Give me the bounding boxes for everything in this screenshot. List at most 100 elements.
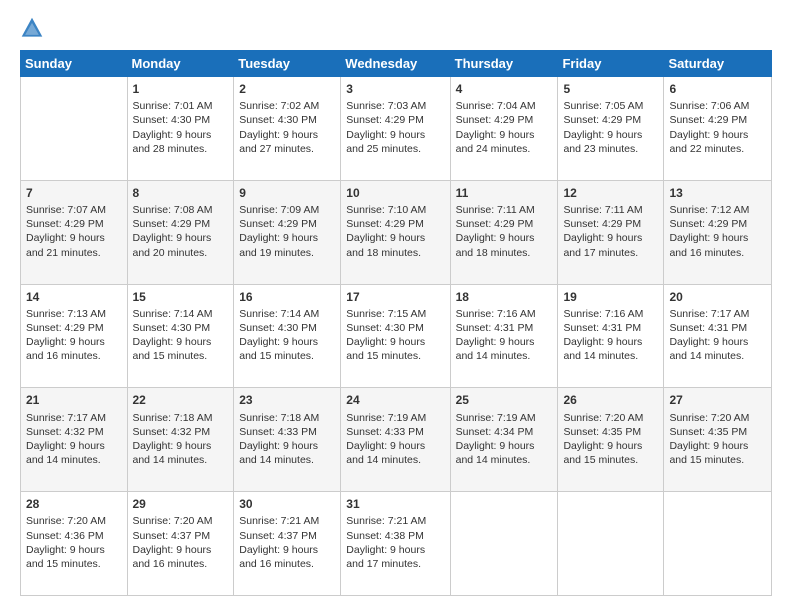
- day-info: Sunrise: 7:16 AM Sunset: 4:31 PM Daylight:…: [563, 307, 658, 364]
- sunset-text: Sunset: 4:29 PM: [669, 114, 747, 126]
- calendar-cell: 2Sunrise: 7:02 AMSunset: 4:30 PMDaylight…: [234, 77, 341, 181]
- daylight-text2: and 14 minutes.: [26, 454, 101, 466]
- sunset-text: Sunset: 4:37 PM: [133, 530, 211, 542]
- daylight-text: Daylight: 9 hours: [669, 440, 748, 452]
- day-info: Sunrise: 7:04 AMSunset: 4:29 PMDaylight:…: [456, 99, 553, 156]
- sunset-text: Sunset: 4:32 PM: [133, 426, 211, 438]
- calendar-cell: 1Sunrise: 7:01 AMSunset: 4:30 PMDaylight…: [127, 77, 234, 181]
- calendar-cell: 27Sunrise: 7:20 AMSunset: 4:35 PMDayligh…: [664, 388, 772, 492]
- daylight-text: Daylight: 9 hours: [563, 336, 642, 348]
- daylight-text: Daylight: 9 hours: [239, 129, 318, 141]
- sunset-text: Sunset: 4:29 PM: [26, 218, 104, 230]
- day-number: 13: [669, 185, 766, 201]
- calendar-week-row: 14Sunrise: 7:13 AMSunset: 4:29 PMDayligh…: [21, 284, 772, 388]
- sunrise-text: Sunrise: 7:18 AM: [239, 412, 319, 424]
- daylight-text: Daylight: 9 hours: [346, 544, 425, 556]
- day-number: 1: [133, 81, 229, 97]
- sunset-text: Sunset: 4:35 PM: [669, 426, 747, 438]
- day-number: 12: [563, 185, 658, 201]
- daylight-text2: and 17 minutes.: [563, 247, 638, 259]
- day-number: 5: [563, 81, 658, 97]
- day-info: Sunrise: 7:14 AMSunset: 4:30 PMDaylight:…: [239, 307, 335, 364]
- day-number: 3: [346, 81, 444, 97]
- sunset-text: Sunset: 4:37 PM: [239, 530, 317, 542]
- header-wednesday: Wednesday: [341, 51, 450, 77]
- day-info: Sunrise: 7:11 AMSunset: 4:29 PMDaylight:…: [456, 203, 553, 260]
- sunset-text: Sunset: 4:30 PM: [346, 322, 424, 334]
- day-info: Sunrise: 7:19 AMSunset: 4:33 PMDaylight:…: [346, 411, 444, 468]
- calendar-table: SundayMondayTuesdayWednesdayThursdayFrid…: [20, 50, 772, 596]
- daylight-text2: and 21 minutes.: [26, 247, 101, 259]
- sunset-text: Sunset: 4:31 PM: [563, 322, 641, 334]
- day-number: 6: [669, 81, 766, 97]
- sunrise-text: Sunrise: 7:21 AM: [239, 515, 319, 527]
- calendar-cell: 24Sunrise: 7:19 AMSunset: 4:33 PMDayligh…: [341, 388, 450, 492]
- day-info: Sunrise: 7:18 AMSunset: 4:33 PMDaylight:…: [239, 411, 335, 468]
- header: [20, 16, 772, 40]
- day-info: Sunrise: 7:13 AMSunset: 4:29 PMDaylight:…: [26, 307, 122, 364]
- calendar-cell: 13 Sunrise: 7:12 AMSunset: 4:29 PMDayligh…: [664, 180, 772, 284]
- calendar-cell: 22Sunrise: 7:18 AMSunset: 4:32 PMDayligh…: [127, 388, 234, 492]
- day-info: Sunrise: 7:07 AMSunset: 4:29 PMDaylight:…: [26, 203, 122, 260]
- day-number: 10: [346, 185, 444, 201]
- daylight-text: Daylight: 9 hours: [239, 232, 318, 244]
- daylight-text2: and 16 minutes.: [26, 350, 101, 362]
- daylight-text2: and 14 minutes.: [456, 454, 531, 466]
- day-info: Sunrise: 7:12 AMSunset: 4:29 PMDaylight:…: [669, 203, 766, 260]
- sunset-text: Sunset: 4:30 PM: [133, 114, 211, 126]
- daylight-text: Daylight: 9 hours: [133, 544, 212, 556]
- sunrise-text: Sunrise: 7:09 AM: [239, 204, 319, 216]
- sunrise-text: Sunrise: 7:14 AM: [239, 308, 319, 320]
- sunset-text: Sunset: 4:34 PM: [456, 426, 534, 438]
- sunrise-text: Sunrise: 7:07 AM: [26, 204, 106, 216]
- calendar-cell: 4 Sunrise: 7:04 AMSunset: 4:29 PMDaylight…: [450, 77, 558, 181]
- sunrise-text: Sunrise: 7:11 AM: [456, 204, 535, 216]
- daylight-text2: and 14 minutes.: [669, 350, 744, 362]
- sunset-text: Sunset: 4:31 PM: [669, 322, 747, 334]
- daylight-text2: and 14 minutes.: [239, 454, 314, 466]
- calendar-cell: 9Sunrise: 7:09 AMSunset: 4:29 PMDaylight…: [234, 180, 341, 284]
- day-info: Sunrise: 7:06 AMSunset: 4:29 PMDaylight:…: [669, 99, 766, 156]
- calendar-week-row: 7 Sunrise: 7:07 AM Sunset: 4:29 PM Daylight…: [21, 180, 772, 284]
- daylight-text: Daylight: 9 hours: [346, 336, 425, 348]
- daylight-text: Daylight: 9 hours: [133, 336, 212, 348]
- daylight-text2: and 15 minutes.: [669, 454, 744, 466]
- sunrise-text: Sunrise: 7:19 AM: [346, 412, 426, 424]
- header-saturday: Saturday: [664, 51, 772, 77]
- daylight-text2: and 23 minutes.: [563, 143, 638, 155]
- sunrise-text: Sunrise: 7:01 AM: [133, 100, 213, 112]
- sunrise-text: Sunrise: 7:21 AM: [346, 515, 426, 527]
- header-monday: Monday: [127, 51, 234, 77]
- day-number: 23: [239, 392, 335, 408]
- calendar-cell: 5Sunrise: 7:05 AMSunset: 4:29 PMDaylight…: [558, 77, 664, 181]
- calendar-cell: 6 Sunrise: 7:06 AMSunset: 4:29 PMDaylight…: [664, 77, 772, 181]
- calendar-cell: 28Sunrise: 7:20 AMSunset: 4:36 PMDayligh…: [21, 492, 128, 596]
- day-number: 25: [456, 392, 553, 408]
- calendar-cell: 15Sunrise: 7:14 AMSunset: 4:30 PMDayligh…: [127, 284, 234, 388]
- calendar-cell: 16Sunrise: 7:14 AMSunset: 4:30 PMDayligh…: [234, 284, 341, 388]
- daylight-text2: and 22 minutes.: [669, 143, 744, 155]
- daylight-text: Daylight: 9 hours: [563, 440, 642, 452]
- calendar-cell: 18Sunrise: 7:16 AMSunset: 4:31 PMDayligh…: [450, 284, 558, 388]
- day-info: Sunrise: 7:01 AMSunset: 4:30 PMDaylight:…: [133, 99, 229, 156]
- sunrise-text: Sunrise: 7:05 AM: [563, 100, 643, 112]
- day-number: 4: [456, 81, 553, 97]
- sunset-text: Sunset: 4:30 PM: [239, 322, 317, 334]
- sunrise-text: Sunrise: 7:20 AM: [133, 515, 213, 527]
- day-number: 27: [669, 392, 766, 408]
- calendar-week-row: 28Sunrise: 7:20 AMSunset: 4:36 PMDayligh…: [21, 492, 772, 596]
- day-info: Sunrise: 7:20 AMSunset: 4:36 PMDaylight:…: [26, 514, 122, 571]
- day-info: Sunrise: 7:15 AMSunset: 4:30 PMDaylight:…: [346, 307, 444, 364]
- day-number: 9: [239, 185, 335, 201]
- sunrise-text: Sunrise: 7:11 AM: [563, 204, 642, 216]
- day-number: 22: [133, 392, 229, 408]
- sunrise-text: Sunrise: 7:18 AM: [133, 412, 213, 424]
- day-number: 7: [26, 185, 122, 201]
- sunset-text: Sunset: 4:29 PM: [346, 218, 424, 230]
- sunrise-text: Sunrise: 7:16 AM: [563, 308, 643, 320]
- daylight-text2: and 28 minutes.: [133, 143, 208, 155]
- day-info: Sunrise: 7:08 AMSunset: 4:29 PMDaylight:…: [133, 203, 229, 260]
- day-number: 20: [669, 289, 766, 305]
- calendar-cell: 30Sunrise: 7:21 AMSunset: 4:37 PMDayligh…: [234, 492, 341, 596]
- calendar-cell: [558, 492, 664, 596]
